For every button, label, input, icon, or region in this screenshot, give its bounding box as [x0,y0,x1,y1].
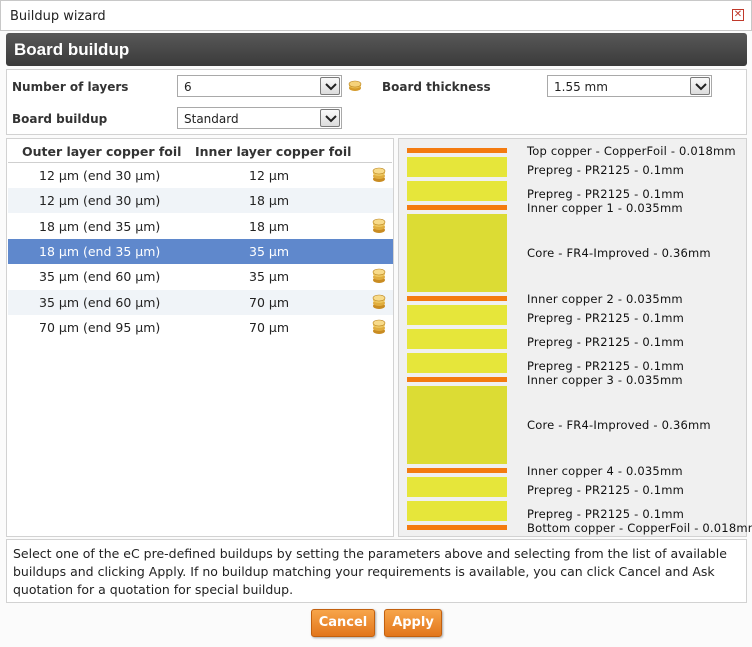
inner-foil-cell: 70 µm [249,294,290,310]
buildup-select-value: Standard [184,112,239,126]
stackup-layer-label: Core - FR4-Improved - 0.36mm [527,418,711,432]
coin-stack-icon[interactable] [372,294,386,313]
apply-button[interactable]: Apply [384,609,442,637]
outer-foil-cell: 35 µm (end 60 µm) [39,294,161,310]
stackup-layer-label: Prepreg - PR2125 - 0.1mm [527,359,685,373]
table-row[interactable]: 18 µm (end 35 µm) 18 µm [8,214,393,239]
stackup-layer-label: Prepreg - PR2125 - 0.1mm [527,335,685,349]
stackup-layer-label: Prepreg - PR2125 - 0.1mm [527,187,685,201]
stackup-layer-label: Prepreg - PR2125 - 0.1mm [527,483,685,497]
parameters-panel: Number of layers 6 Board thickness 1.55 … [6,69,747,135]
stackup-layer-label: Prepreg - PR2125 - 0.1mm [527,311,685,325]
outer-foil-cell: 18 µm (end 35 µm) [39,243,161,259]
prepreg-layer [407,181,507,201]
chevron-down-icon[interactable] [690,77,710,95]
inner-foil-header: Inner layer copper foil [195,144,352,159]
inner-foil-cell: 35 µm [249,269,290,285]
page-title: Board buildup [14,40,130,59]
stackup-layer-label: Top copper - CopperFoil - 0.018mm [527,144,736,158]
layers-select[interactable]: 6 [177,75,342,97]
prepreg-layer [407,329,507,349]
table-row[interactable]: 12 µm (end 30 µm) 18 µm [8,188,393,214]
window-titlebar: Buildup wizard ✕ [0,0,752,31]
help-text: Select one of the eC pre-defined buildup… [6,539,747,603]
thickness-select-value: 1.55 mm [554,80,608,94]
thickness-select[interactable]: 1.55 mm [547,75,712,97]
cancel-button[interactable]: Cancel [311,609,375,637]
stackup-layer-label: Prepreg - PR2125 - 0.1mm [527,163,685,177]
outer-foil-cell: 12 µm (end 30 µm) [39,193,161,209]
inner-foil-cell: 70 µm [249,319,290,335]
thickness-label: Board thickness [382,80,491,94]
table-row[interactable]: 18 µm (end 35 µm) 35 µm [8,238,393,264]
stackup-layer-label: Inner copper 3 - 0.035mm [527,373,683,387]
foil-list-panel: Outer layer copper foil Inner layer copp… [6,138,394,537]
stackup-panel: Top copper - CopperFoil - 0.018mm Prepreg… [398,138,752,537]
inner-foil-cell: 18 µm [249,218,290,234]
prepreg-layer [407,305,507,325]
outer-foil-cell: 18 µm (end 35 µm) [39,218,161,234]
table-row[interactable]: 35 µm (end 60 µm) 35 µm [8,264,393,289]
outer-foil-cell: 35 µm (end 60 µm) [39,269,161,285]
window-title: Buildup wizard [10,9,106,24]
outer-foil-cell: 70 µm (end 95 µm) [39,319,161,335]
prepreg-layer [407,157,507,177]
table-row[interactable]: 12 µm (end 30 µm) 12 µm [8,163,393,188]
chevron-down-icon[interactable] [320,109,340,127]
coin-stack-icon[interactable] [372,167,386,186]
prepreg-layer [407,477,507,497]
copper-layer [407,525,507,530]
prepreg-layer [407,501,507,521]
inner-foil-cell: 35 µm [249,243,290,259]
stackup-layer-label: Inner copper 2 - 0.035mm [527,292,683,306]
section-header: Board buildup [6,33,747,66]
close-icon[interactable]: ✕ [732,9,744,21]
table-row[interactable]: 70 µm (end 95 µm) 70 µm [8,315,393,340]
outer-foil-header: Outer layer copper foil [22,144,182,159]
buildup-select[interactable]: Standard [177,107,342,129]
stackup-layer-label: Inner copper 1 - 0.035mm [527,201,683,215]
stackup-layer-label: Bottom copper - CopperFoil - 0.018mm [527,521,752,535]
copper-layer [407,296,507,301]
stackup-layer-label: Core - FR4-Improved - 0.36mm [527,246,711,260]
copper-layer [407,468,507,473]
copper-layer [407,377,507,382]
table-row[interactable]: 35 µm (end 60 µm) 70 µm [8,289,393,315]
coin-stack-icon[interactable] [372,268,386,287]
layers-select-value: 6 [184,80,192,94]
core-layer [407,214,507,292]
stackup-layer-label: Prepreg - PR2125 - 0.1mm [527,507,685,521]
coin-stack-icon[interactable] [372,319,386,338]
inner-foil-cell: 12 µm [249,168,290,183]
copper-layer [407,148,507,153]
coin-stack-icon[interactable] [348,80,362,92]
layers-label: Number of layers [12,80,129,94]
prepreg-layer [407,353,507,373]
inner-foil-cell: 18 µm [249,193,290,209]
coin-stack-icon[interactable] [372,218,386,237]
buildup-label: Board buildup [12,112,108,126]
chevron-down-icon[interactable] [320,77,340,95]
outer-foil-cell: 12 µm (end 30 µm) [39,168,161,183]
stackup-layer-label: Inner copper 4 - 0.035mm [527,464,683,478]
copper-layer [407,205,507,210]
core-layer [407,386,507,464]
